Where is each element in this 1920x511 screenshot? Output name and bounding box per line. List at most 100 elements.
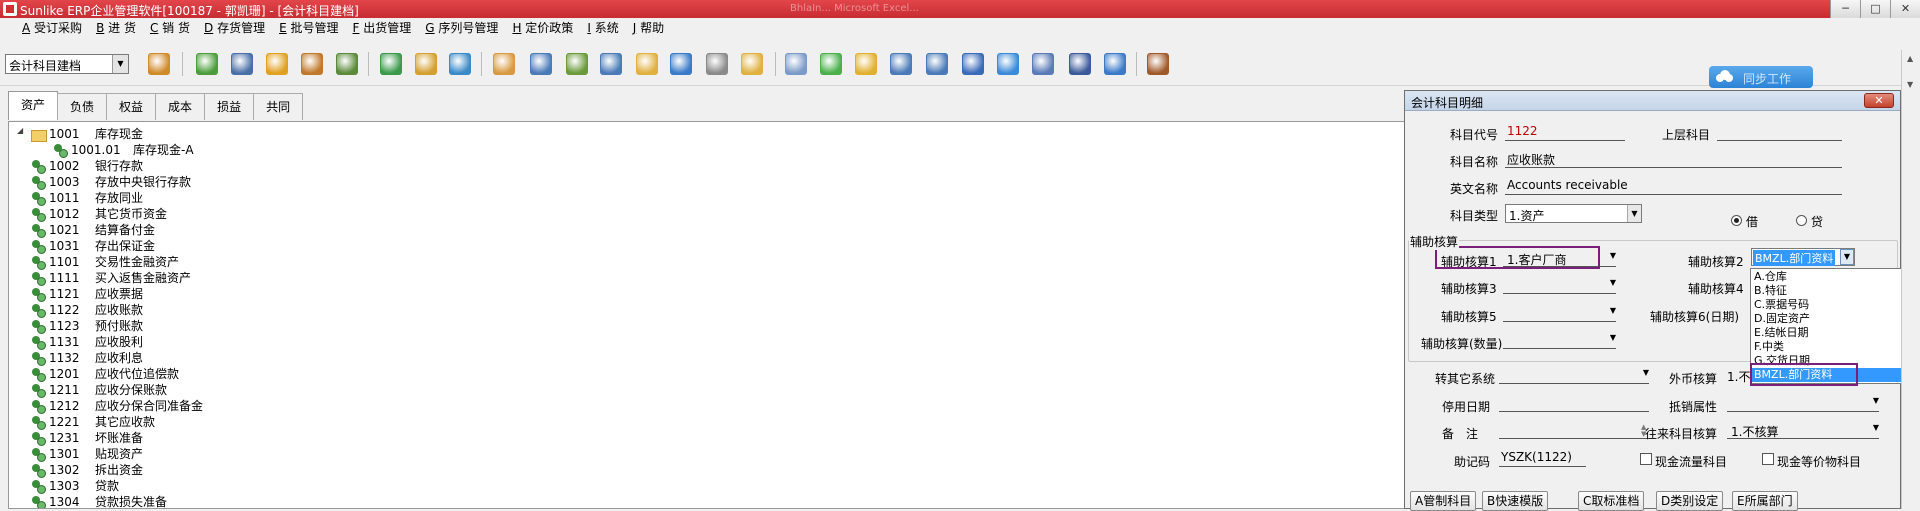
menu-inventory[interactable]: D 存货管理 [197, 18, 272, 38]
tree-row[interactable]: 1201 应收代位追偿款 [31, 366, 179, 382]
quick-template-button[interactable]: B快速模版 [1482, 491, 1549, 511]
users-icon[interactable] [530, 53, 552, 75]
module-select[interactable]: 会计科目建档 ▼ [5, 54, 129, 74]
dropdown-option[interactable]: E.结帐日期 [1754, 326, 1808, 340]
abc-icon[interactable] [148, 53, 170, 75]
exit-door-icon[interactable] [1147, 53, 1169, 75]
dialog-close-button[interactable]: ✕ [1864, 93, 1894, 108]
code-field[interactable]: 1122 [1505, 123, 1625, 141]
chevron-down-icon[interactable]: ▼ [1873, 396, 1879, 405]
tree-row[interactable]: 1122 应收账款 [31, 302, 143, 318]
menu-batch[interactable]: E 批号管理 [272, 18, 345, 38]
scroll-up-icon[interactable]: ▲ [1907, 54, 1913, 63]
org-chart-icon[interactable] [926, 53, 948, 75]
tree-row[interactable]: 1111 买入返售金融资产 [31, 270, 191, 286]
dollar-icon[interactable] [380, 53, 402, 75]
check-icon[interactable] [820, 53, 842, 75]
transfer-icon[interactable] [566, 53, 588, 75]
tree-row[interactable]: 1123 预付账款 [31, 318, 143, 334]
chevron-down-icon[interactable]: ▼ [1610, 251, 1616, 260]
help-doc-icon[interactable] [600, 53, 622, 75]
tab-profit-loss[interactable]: 损益 [204, 93, 255, 120]
transfer-system-select[interactable]: ▼ [1499, 366, 1649, 384]
vertical-scrollbar[interactable]: ▲ ▼ [1901, 50, 1920, 509]
cash-equiv-checkbox[interactable] [1762, 453, 1774, 465]
credit-radio[interactable] [1796, 215, 1807, 226]
cart-icon[interactable] [449, 53, 471, 75]
parent-field[interactable] [1717, 123, 1842, 141]
name-field[interactable]: 应收账款 [1505, 150, 1842, 168]
tab-equity[interactable]: 权益 [106, 93, 157, 120]
tab-assets[interactable]: 资产 [8, 91, 59, 120]
tree-row[interactable]: 1132 应收利息 [31, 350, 143, 366]
chevron-down-icon[interactable]: ▼ [1840, 249, 1854, 265]
disable-date-field[interactable] [1499, 394, 1649, 412]
cloud-sync-button[interactable]: 同步工作 [1709, 66, 1813, 88]
close-button[interactable]: ✕ [1890, 0, 1920, 18]
menu-serial[interactable]: G 序列号管理 [418, 18, 505, 38]
briefcase-icon[interactable] [301, 53, 323, 75]
menu-system[interactable]: I 系统 [580, 18, 625, 38]
cashflow-checkbox[interactable] [1640, 453, 1652, 465]
tree-row[interactable]: 1002 银行存款 [31, 158, 143, 174]
moneybag-icon[interactable] [415, 53, 437, 75]
mail-icon[interactable] [636, 53, 658, 75]
menu-purchase[interactable]: B 进 货 [89, 18, 143, 38]
dropdown-option[interactable]: D.固定资产 [1754, 312, 1810, 326]
menu-shipping[interactable]: F 出货管理 [346, 18, 419, 38]
tree-row[interactable]: 1101 交易性金融资产 [31, 254, 179, 270]
menu-ordering[interactable]: A 受订采购 [15, 18, 89, 38]
menu-sales[interactable]: C 销 货 [143, 18, 197, 38]
dropdown-option[interactable]: B.特征 [1754, 284, 1787, 298]
tab-cost[interactable]: 成本 [155, 93, 206, 120]
debit-radio[interactable] [1731, 215, 1742, 226]
english-name-field[interactable]: Accounts receivable [1505, 177, 1842, 195]
minimize-button[interactable]: ─ [1830, 0, 1860, 18]
aux2-select[interactable]: BMZL.部门资料 ▼ [1751, 248, 1855, 266]
tree-row[interactable]: 1001.01 库存现金-A [53, 142, 194, 158]
tab-liabilities[interactable]: 负债 [57, 93, 108, 120]
chevron-down-icon[interactable]: ▼ [1610, 278, 1616, 287]
monitor-icon[interactable] [962, 53, 984, 75]
tree-row[interactable]: 1231 坏账准备 [31, 430, 143, 446]
chevron-down-icon[interactable]: ▼ [112, 55, 128, 73]
phone-icon[interactable] [196, 53, 218, 75]
computer-icon[interactable] [231, 53, 253, 75]
chevron-down-icon[interactable]: ▼ [1643, 368, 1649, 377]
dealing-select[interactable]: 1.不核算 ▼ [1727, 421, 1879, 439]
info-icon[interactable] [670, 53, 692, 75]
foreign-currency-select[interactable]: 1.不 [1727, 366, 1751, 384]
bell-icon[interactable] [855, 53, 877, 75]
menu-pricing[interactable]: H 定价政策 [505, 18, 580, 38]
aux3-select[interactable]: ▼ [1503, 276, 1616, 294]
tree-row[interactable]: 1303 贷款 [31, 478, 119, 494]
copy-icon[interactable] [785, 53, 807, 75]
tree-row[interactable]: 1302 拆出资金 [31, 462, 143, 478]
chevron-down-icon[interactable]: ▼ [1627, 205, 1641, 222]
tree-row[interactable]: 1021 结算备付金 [31, 222, 155, 238]
dropdown-option[interactable]: F.中类 [1754, 340, 1784, 354]
tree-row[interactable]: 1212 应收分保合同准备金 [31, 398, 203, 414]
clipboard-icon[interactable] [493, 53, 515, 75]
dropdown-option[interactable]: C.票据号码 [1754, 298, 1809, 312]
tree-row[interactable]: 1211 应收分保账款 [31, 382, 167, 398]
lock-icon[interactable] [266, 53, 288, 75]
category-setup-button[interactable]: D类别设定 [1656, 491, 1724, 511]
control-account-button[interactable]: A管制科目 [1410, 491, 1477, 511]
chevron-down-icon[interactable]: ▼ [1873, 423, 1879, 432]
chevron-down-icon[interactable]: ▼ [1610, 306, 1616, 315]
tree-row[interactable]: 1301 贴现资产 [31, 446, 143, 462]
department-button[interactable]: E所属部门 [1732, 491, 1798, 511]
maximize-button[interactable]: □ [1860, 0, 1890, 18]
tree-row[interactable]: 1221 其它应收款 [31, 414, 155, 430]
windows-icon[interactable] [1032, 53, 1054, 75]
folder-icon[interactable] [741, 53, 763, 75]
tree-expander-icon[interactable]: ◢ [17, 126, 23, 135]
note-field[interactable] [1499, 421, 1649, 439]
tree-row[interactable]: 1031 存出保证金 [31, 238, 155, 254]
mnemonic-field[interactable]: YSZK(1122) [1499, 449, 1586, 467]
aux5-select[interactable]: ▼ [1503, 304, 1616, 322]
type-select[interactable]: 1.资产 ▼ [1505, 204, 1642, 223]
offset-attr-select[interactable]: ▼ [1727, 394, 1879, 412]
close-x-icon[interactable] [1069, 53, 1091, 75]
